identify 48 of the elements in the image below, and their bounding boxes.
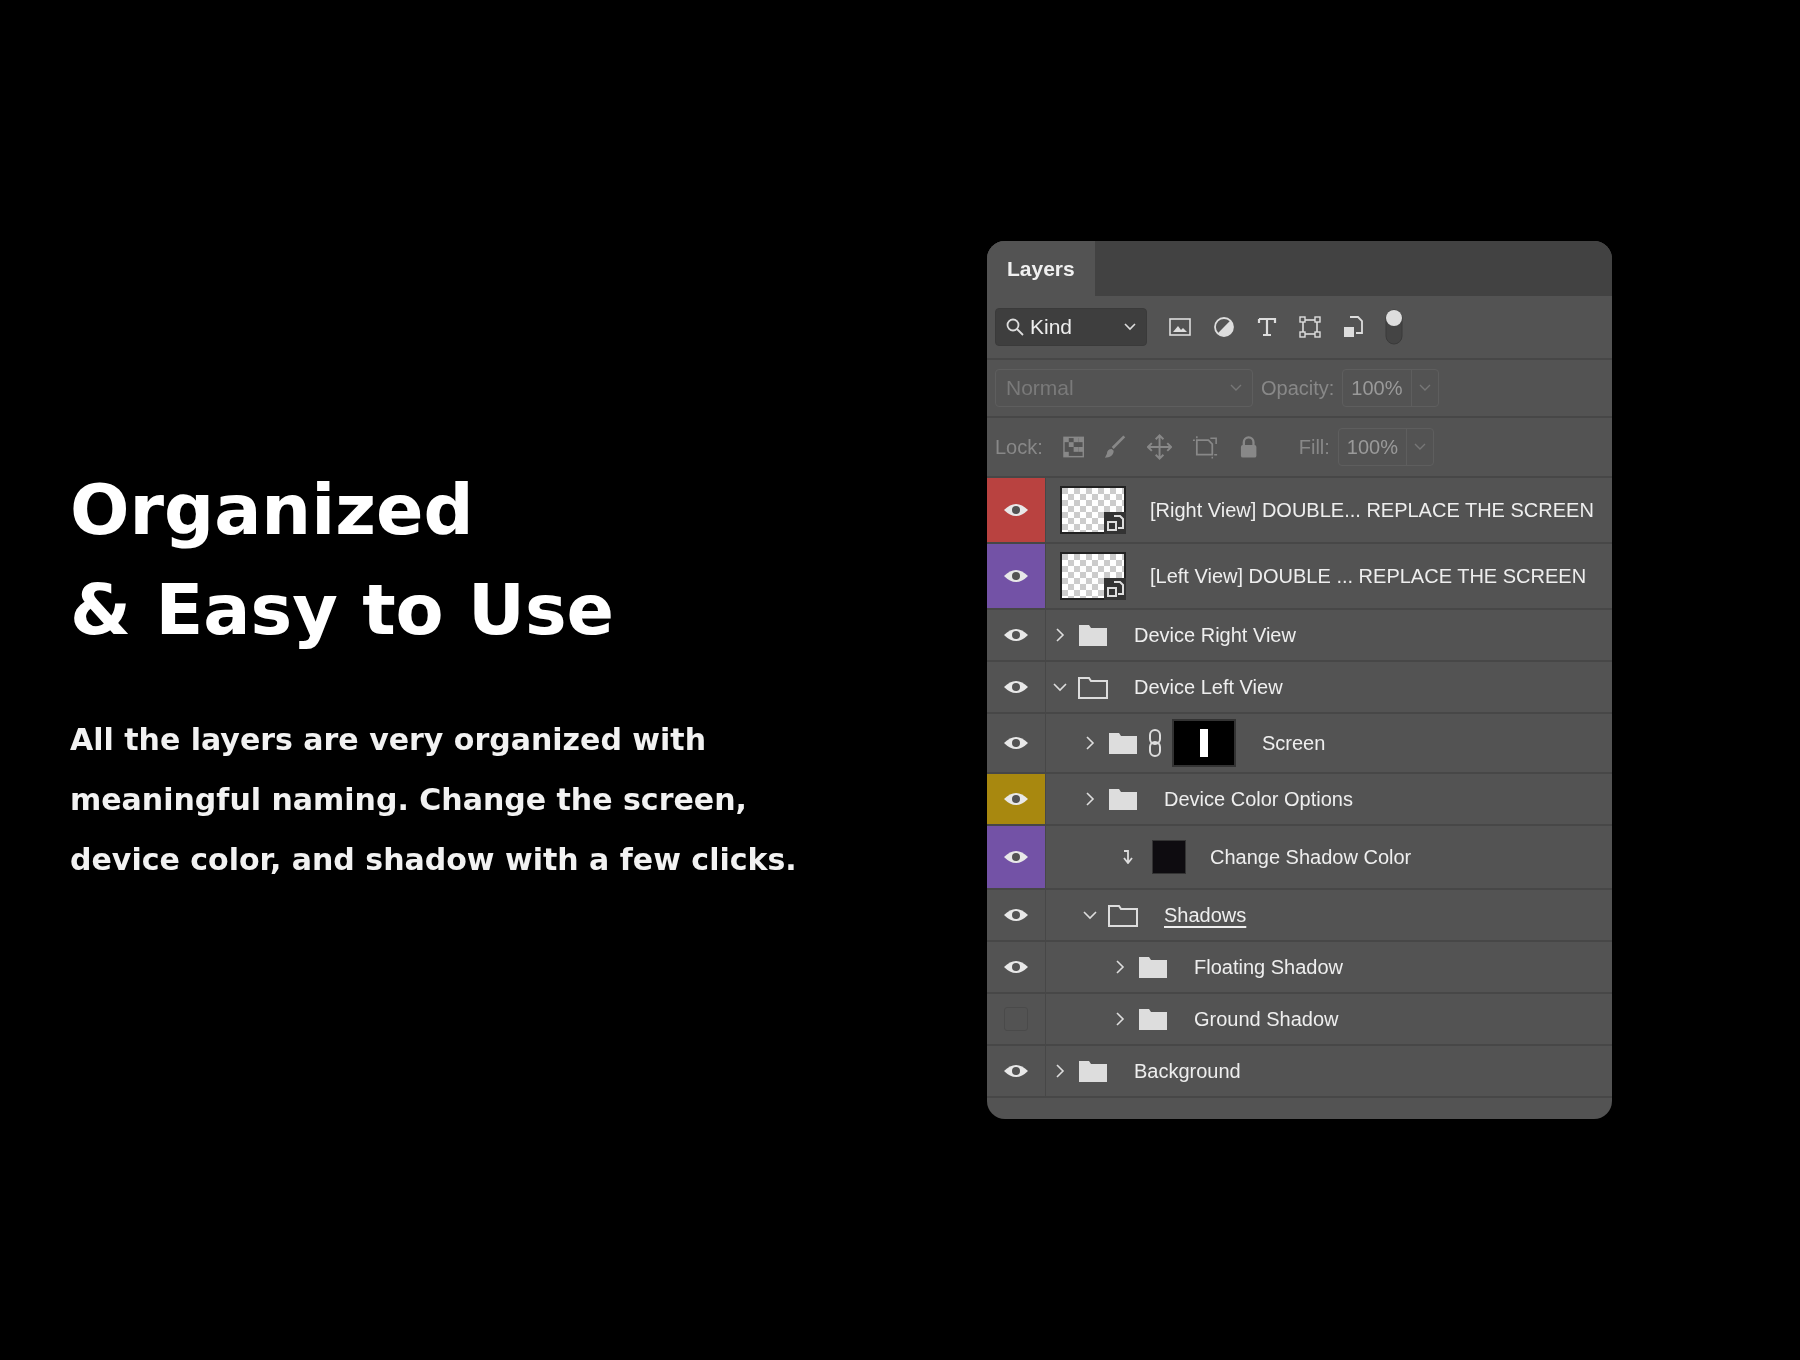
panel-tab[interactable]: Layers: [987, 241, 1095, 296]
eye-icon[interactable]: [1003, 849, 1029, 865]
eye-icon[interactable]: [1003, 959, 1029, 975]
eye-icon[interactable]: [1003, 791, 1029, 807]
eye-icon[interactable]: [1003, 907, 1029, 923]
checkerboard-icon[interactable]: [1062, 436, 1085, 458]
filter-dropdown[interactable]: Kind: [995, 308, 1147, 346]
layer-thumbnail: [1060, 486, 1126, 534]
headline: Organized: [70, 468, 475, 553]
type-icon[interactable]: [1257, 317, 1277, 337]
folder-icon: [1138, 955, 1168, 979]
chevron-down-icon: [1230, 384, 1242, 392]
layer-name[interactable]: Change Shadow Color: [1210, 845, 1412, 869]
folder-icon: [1108, 787, 1138, 811]
layer-name[interactable]: [Right View] DOUBLE... REPLACE THE SCREEN: [1150, 498, 1594, 522]
layer-name[interactable]: [Left View] DOUBLE ... REPLACE THE SCREEN: [1150, 564, 1587, 588]
search-icon: [1006, 318, 1024, 336]
layer-thumbnail: [1060, 552, 1126, 600]
layer-name[interactable]: Floating Shadow: [1194, 955, 1343, 979]
eye-icon[interactable]: [1003, 627, 1029, 643]
layer-name[interactable]: Screen: [1262, 731, 1326, 755]
layer-name[interactable]: Ground Shadow: [1194, 1007, 1339, 1031]
image-icon[interactable]: [1169, 318, 1191, 336]
smart-object-icon[interactable]: [1343, 316, 1363, 338]
folder-icon: [1138, 1007, 1168, 1031]
fill-swatch: [1152, 840, 1186, 874]
layer-name[interactable]: Shadows: [1164, 903, 1247, 927]
folder-icon: [1078, 675, 1108, 699]
chevron-down-icon: [1124, 323, 1136, 331]
folder-icon: [1108, 903, 1138, 927]
half-circle-icon[interactable]: [1213, 316, 1235, 338]
eye-icon[interactable]: [1003, 502, 1029, 518]
description: All the layers are very organized with meaningful naming. Change the screen, device color, and shadow with a few clicks.: [70, 721, 798, 879]
transform-icon[interactable]: [1299, 316, 1321, 338]
link-icon[interactable]: [1148, 729, 1162, 757]
layer-name[interactable]: Device Color Options: [1164, 787, 1353, 811]
layer-name[interactable]: Device Left View: [1134, 675, 1283, 699]
folder-icon: [1108, 731, 1138, 755]
eye-icon[interactable]: [1003, 679, 1029, 695]
headline: & Easy to Use: [70, 568, 616, 653]
folder-icon: [1078, 1059, 1108, 1083]
filter-toggle[interactable]: [1385, 309, 1403, 345]
eye-icon[interactable]: [1003, 1063, 1029, 1079]
layer-name[interactable]: Background: [1134, 1059, 1241, 1083]
eye-icon[interactable]: [1003, 735, 1029, 751]
layer-name[interactable]: Device Right View: [1134, 623, 1296, 647]
folder-icon: [1078, 623, 1108, 647]
eye-icon[interactable]: [1003, 568, 1029, 584]
